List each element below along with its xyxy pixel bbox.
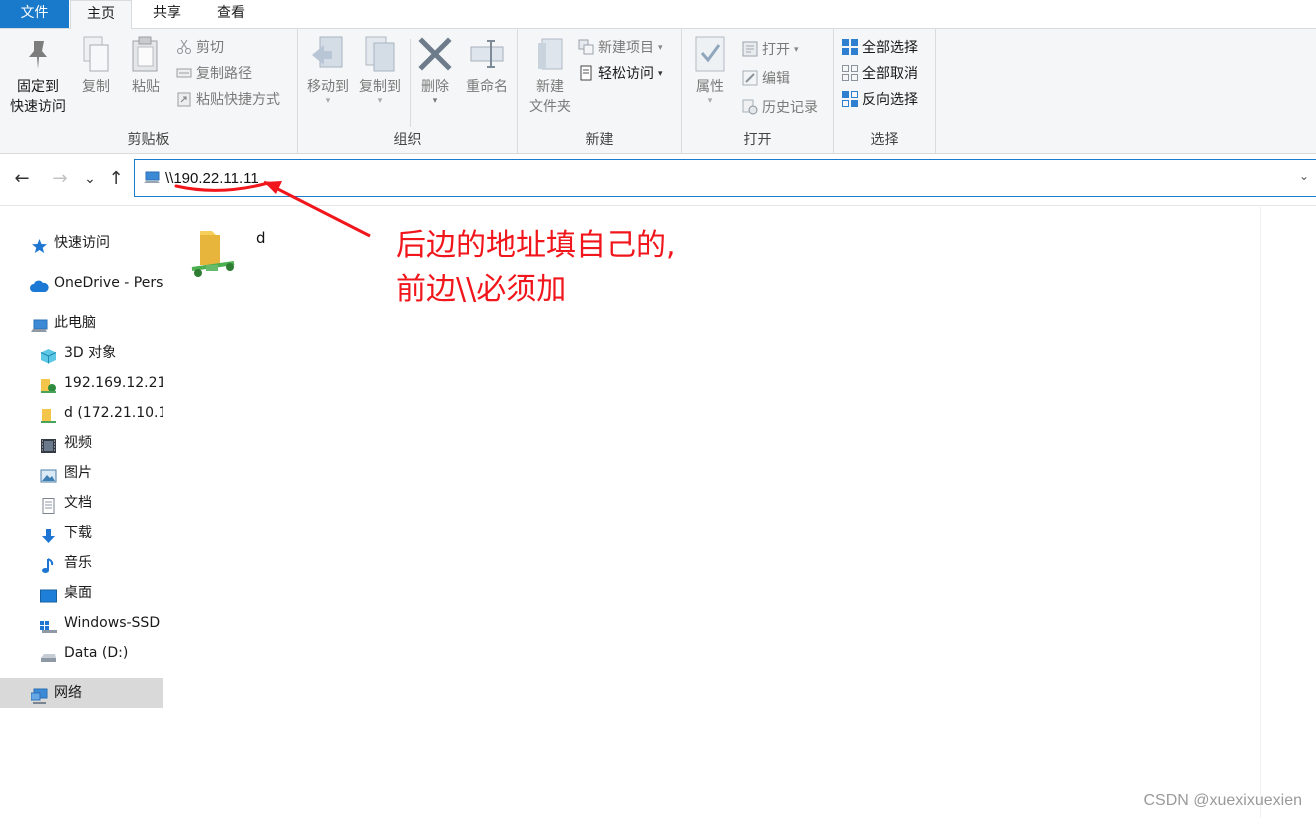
annotation-arrow bbox=[174, 180, 371, 238]
annotation-line2: 前边\\必须加 bbox=[396, 272, 567, 307]
tab-home[interactable]: 主页 bbox=[70, 0, 132, 29]
watermark: CSDN @xuexixuexien bbox=[1143, 792, 1302, 809]
annotation-text: 后边的地址填自己的, 前边\\必须加 bbox=[396, 224, 676, 312]
annotation-line1: 后边的地址填自己的, bbox=[396, 228, 676, 263]
